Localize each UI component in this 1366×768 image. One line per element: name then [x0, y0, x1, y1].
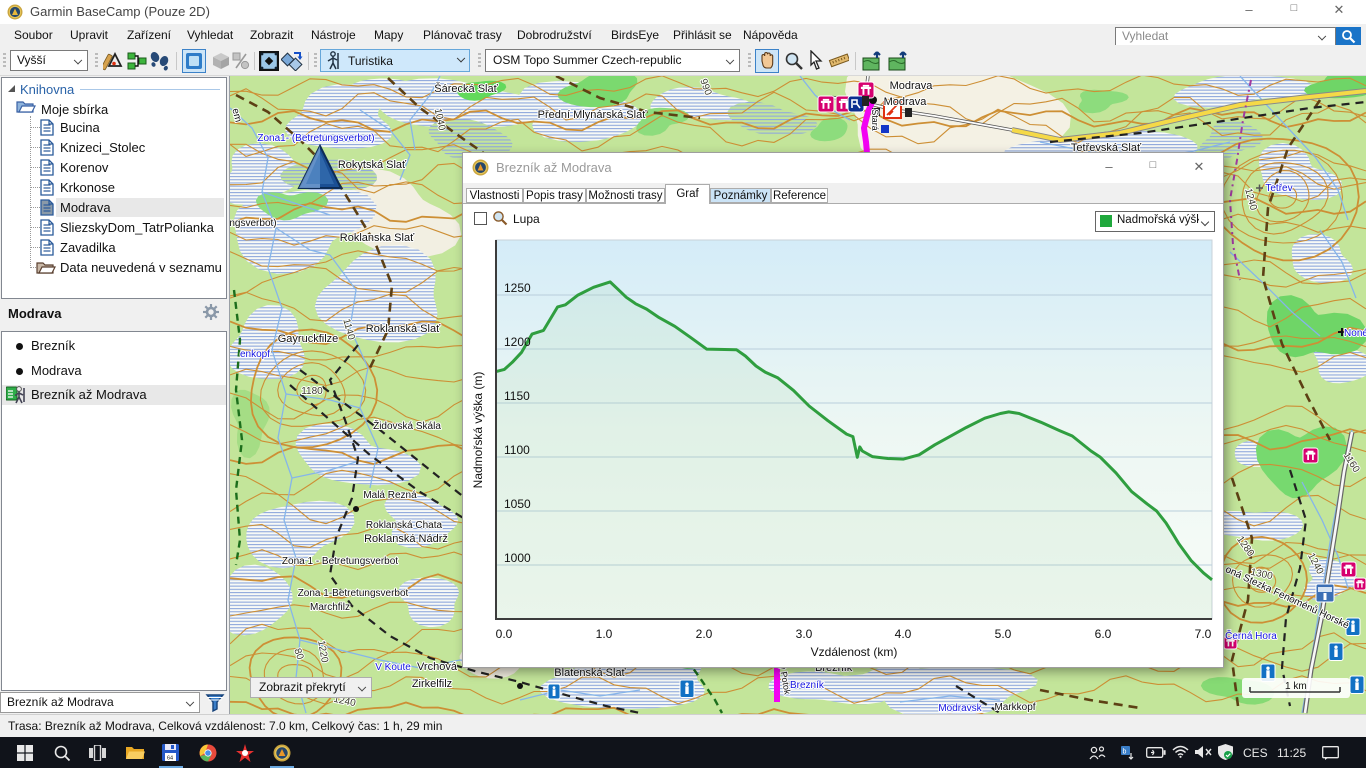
svg-text:Stará: Stará: [870, 109, 880, 131]
svg-text:64: 64: [167, 756, 173, 762]
svg-text:ngsverbot): ngsverbot): [230, 218, 277, 229]
svg-text:Markkopf: Markkopf: [994, 702, 1035, 713]
svg-text:1.0: 1.0: [596, 627, 613, 641]
svg-text:Zirkelfilz: Zirkelfilz: [412, 678, 452, 690]
svg-text:1180: 1180: [301, 386, 323, 397]
svg-text:3.0: 3.0: [796, 627, 813, 641]
svg-text:1100: 1100: [504, 443, 530, 457]
svg-text:Rokytská Slať: Rokytská Slať: [338, 159, 407, 171]
svg-text:Modrava: Modrava: [890, 80, 934, 92]
svg-text:Tetřev: Tetřev: [1265, 183, 1292, 194]
svg-text:Roklanská Chata: Roklanská Chata: [366, 520, 443, 531]
svg-text:Přední Mlynárská Slať: Přední Mlynárská Slať: [538, 109, 648, 121]
svg-text:2.0: 2.0: [696, 627, 713, 641]
svg-text:1150: 1150: [504, 389, 530, 403]
svg-text:Roklanská Slať: Roklanská Slať: [366, 323, 441, 335]
svg-text:Roklanská Nádrž: Roklanská Nádrž: [364, 533, 448, 545]
svg-text:Zona1- (Betretungsverbot): Zona1- (Betretungsverbot): [257, 133, 374, 144]
svg-text:Roklanska Slať: Roklanska Slať: [340, 232, 415, 244]
svg-text:1 km: 1 km: [1285, 681, 1307, 692]
svg-text:Nadmořská výška (m): Nadmořská výška (m): [471, 372, 485, 489]
svg-text:enkopf: enkopf: [240, 349, 270, 360]
svg-text:Malá Rezná: Malá Rezná: [363, 490, 417, 501]
svg-text:5.0: 5.0: [995, 627, 1012, 641]
svg-text:b: b: [1123, 749, 1127, 756]
svg-text:1250: 1250: [504, 281, 531, 295]
svg-text:Marchfilz: Marchfilz: [310, 602, 350, 613]
svg-text:Zona 1 - Betretungsverbot: Zona 1 - Betretungsverbot: [282, 556, 398, 567]
svg-text:V Koute: V Koute: [375, 662, 411, 673]
svg-text:Šárecká Slať: Šárecká Slať: [434, 82, 498, 95]
svg-text:Blatenská Slať: Blatenská Slať: [554, 667, 626, 679]
svg-text:1200: 1200: [504, 335, 531, 349]
svg-text:0.0: 0.0: [496, 627, 513, 641]
svg-text:1050: 1050: [504, 497, 531, 511]
svg-text:Brezník: Brezník: [790, 680, 825, 691]
svg-text:Zona 1-Betretungsverbot: Zona 1-Betretungsverbot: [298, 588, 409, 599]
svg-text:7.0: 7.0: [1195, 627, 1212, 641]
svg-text:4.0: 4.0: [895, 627, 912, 641]
svg-text:Vzdálenost (km): Vzdálenost (km): [811, 645, 898, 659]
svg-text:6.0: 6.0: [1095, 627, 1112, 641]
svg-text:Modrava: Modrava: [884, 96, 928, 108]
svg-text:Gayruckfilze: Gayruckfilze: [278, 333, 339, 345]
svg-text:Židovská Skála: Židovská Skála: [373, 419, 441, 432]
svg-text:Noné: Noné: [1344, 328, 1366, 339]
svg-text:Modravsk: Modravsk: [938, 703, 982, 714]
svg-text:Černá Hora: Černá Hora: [1225, 629, 1277, 642]
svg-text:Vrchová: Vrchová: [417, 661, 458, 673]
svg-text:1000: 1000: [504, 551, 531, 565]
